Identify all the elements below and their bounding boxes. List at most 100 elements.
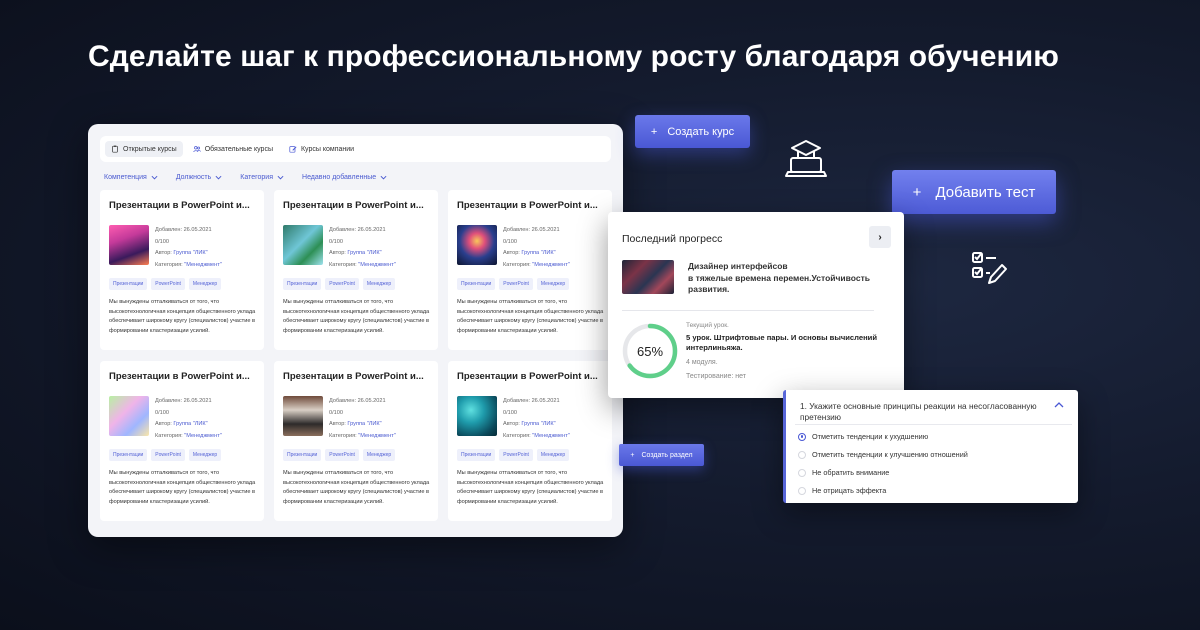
progress-course-name: Дизайнер интерфейсов в тяжелые времена п… <box>688 261 870 294</box>
create-course-button[interactable]: + Создать курс <box>635 115 750 148</box>
course-card[interactable]: Презентации в PowerPoint и... Добавлен: … <box>100 190 264 350</box>
author-link[interactable]: Группа "ЛИК" <box>347 250 381 256</box>
add-test-button[interactable]: + Добавить тест <box>892 170 1056 214</box>
tag-presentations[interactable]: Презентации <box>457 449 496 462</box>
course-title[interactable]: Презентации в PowerPoint и... <box>457 200 604 211</box>
last-progress-card: Последний прогресс › Дизайнер интерфейсо… <box>608 212 904 398</box>
filter-competence[interactable]: Компетенция <box>104 174 158 181</box>
course-score: 0/100 <box>329 238 343 245</box>
tag-powerpoint[interactable]: PowerPoint <box>151 278 185 291</box>
course-title[interactable]: Презентации в PowerPoint и... <box>283 371 430 382</box>
category-label: Категория: <box>503 432 531 439</box>
course-card[interactable]: Презентации в PowerPoint и... Добавлен: … <box>274 190 438 350</box>
course-tabs: Открытые курсы Обязательные курсы Курсы … <box>100 136 611 162</box>
course-card[interactable]: Презентации в PowerPoint и... Добавлен: … <box>448 190 612 350</box>
course-score: 0/100 <box>155 409 169 416</box>
author-link[interactable]: Группа "ЛИК" <box>347 421 381 427</box>
create-section-label: Создать раздел <box>641 451 693 459</box>
tag-powerpoint[interactable]: PowerPoint <box>325 278 359 291</box>
checklist-edit-icon <box>972 252 1007 284</box>
progress-course[interactable]: Дизайнер интерфейсов в тяжелые времена п… <box>622 260 888 296</box>
tag-manager[interactable]: Менеджер <box>536 278 570 291</box>
filter-position[interactable]: Должность <box>176 174 222 181</box>
category-label: Категория: <box>329 261 357 268</box>
course-thumbnail <box>283 225 323 265</box>
author-link[interactable]: Группа "ЛИК" <box>521 250 555 256</box>
quiz-option-label: Отметить тенденции к улучшению отношений <box>812 450 968 459</box>
radio[interactable] <box>798 450 806 459</box>
courses-panel: Открытые курсы Обязательные курсы Курсы … <box>88 124 623 537</box>
course-description: Мы вынуждены отталкиваться от того, что … <box>457 470 604 505</box>
tag-manager[interactable]: Менеджер <box>536 449 570 462</box>
plus-icon: + <box>650 125 658 138</box>
course-score: 0/100 <box>155 238 169 245</box>
chevron-up-icon[interactable] <box>1054 402 1064 408</box>
filter-category[interactable]: Категория <box>240 174 284 181</box>
category-link[interactable]: "Менеджмент" <box>184 262 222 268</box>
quiz-option[interactable]: Отметить тенденции к улучшению отношений <box>798 450 968 459</box>
quiz-question-card: 1. Укажите основные принципы реакции на … <box>783 390 1078 503</box>
author-link[interactable]: Группа "ЛИК" <box>521 421 555 427</box>
radio-selected[interactable] <box>798 432 806 441</box>
chevron-down-icon <box>215 175 222 180</box>
tab-open-courses[interactable]: Открытые курсы <box>105 141 183 157</box>
author-label: Автор: <box>155 250 172 257</box>
course-title[interactable]: Презентации в PowerPoint и... <box>109 371 256 382</box>
tag-manager[interactable]: Менеджер <box>188 449 222 462</box>
quiz-option[interactable]: Отметить тенденции к ухудшению <box>798 432 928 441</box>
course-added-date: Добавлен: 26.05.2021 <box>155 398 212 404</box>
tag-manager[interactable]: Менеджер <box>362 449 396 462</box>
plus-icon: + <box>630 451 635 459</box>
tag-manager[interactable]: Менеджер <box>362 278 396 291</box>
course-card[interactable]: Презентации в PowerPoint и... Добавлен: … <box>100 361 264 521</box>
filter-label: Компетенция <box>104 174 147 181</box>
course-grid: Презентации в PowerPoint и... Добавлен: … <box>100 190 612 521</box>
author-link[interactable]: Группа "ЛИК" <box>173 250 207 256</box>
chevron-right-icon: › <box>878 231 882 243</box>
filter-label: Категория <box>240 174 274 181</box>
author-label: Автор: <box>503 421 520 428</box>
author-label: Автор: <box>503 250 520 257</box>
tag-presentations[interactable]: Презентации <box>109 278 148 291</box>
category-link[interactable]: "Менеджмент" <box>184 433 222 439</box>
tag-powerpoint[interactable]: PowerPoint <box>499 449 533 462</box>
category-label: Категория: <box>155 261 183 268</box>
category-link[interactable]: "Менеджмент" <box>532 433 570 439</box>
category-link[interactable]: "Менеджмент" <box>358 433 396 439</box>
course-card[interactable]: Презентации в PowerPoint и... Добавлен: … <box>448 361 612 521</box>
tag-powerpoint[interactable]: PowerPoint <box>325 449 359 462</box>
tab-company-courses[interactable]: Курсы компании <box>283 141 360 157</box>
author-link[interactable]: Группа "ЛИК" <box>173 421 207 427</box>
tab-required-courses[interactable]: Обязательные курсы <box>187 141 279 157</box>
radio[interactable] <box>798 486 806 495</box>
category-label: Категория: <box>155 432 183 439</box>
category-link[interactable]: "Менеджмент" <box>358 262 396 268</box>
tag-presentations[interactable]: Презентации <box>457 278 496 291</box>
radio[interactable] <box>798 468 806 477</box>
category-link[interactable]: "Менеджмент" <box>532 262 570 268</box>
tag-presentations[interactable]: Презентации <box>283 278 322 291</box>
course-title[interactable]: Презентации в PowerPoint и... <box>109 200 256 211</box>
tag-powerpoint[interactable]: PowerPoint <box>151 449 185 462</box>
tag-presentations[interactable]: Презентации <box>109 449 148 462</box>
course-thumbnail <box>109 396 149 436</box>
tag-manager[interactable]: Менеджер <box>188 278 222 291</box>
filter-label: Должность <box>175 174 212 181</box>
modules-count: 4 модуля. <box>686 359 718 366</box>
progress-title: Последний прогресс <box>622 233 723 245</box>
course-title[interactable]: Презентации в PowerPoint и... <box>457 371 604 382</box>
create-course-label: Создать курс <box>667 125 735 138</box>
tag-presentations[interactable]: Презентации <box>283 449 322 462</box>
progress-ring: 65% <box>622 323 678 379</box>
quiz-option[interactable]: Не обратить внимание <box>798 468 889 477</box>
create-section-button[interactable]: + Создать раздел <box>619 444 704 466</box>
course-title[interactable]: Презентации в PowerPoint и... <box>283 200 430 211</box>
filter-recent[interactable]: Недавно добавленные <box>302 174 387 181</box>
course-added-date: Добавлен: 26.05.2021 <box>329 398 386 404</box>
add-test-label: Добавить тест <box>935 183 1036 201</box>
progress-arrow-button[interactable]: › <box>869 226 891 248</box>
course-card[interactable]: Презентации в PowerPoint и... Добавлен: … <box>274 361 438 521</box>
tag-powerpoint[interactable]: PowerPoint <box>499 278 533 291</box>
quiz-option[interactable]: Не отрицать эффекта <box>798 486 886 495</box>
filter-bar: Компетенция Должность Категория Недавно … <box>104 174 611 181</box>
